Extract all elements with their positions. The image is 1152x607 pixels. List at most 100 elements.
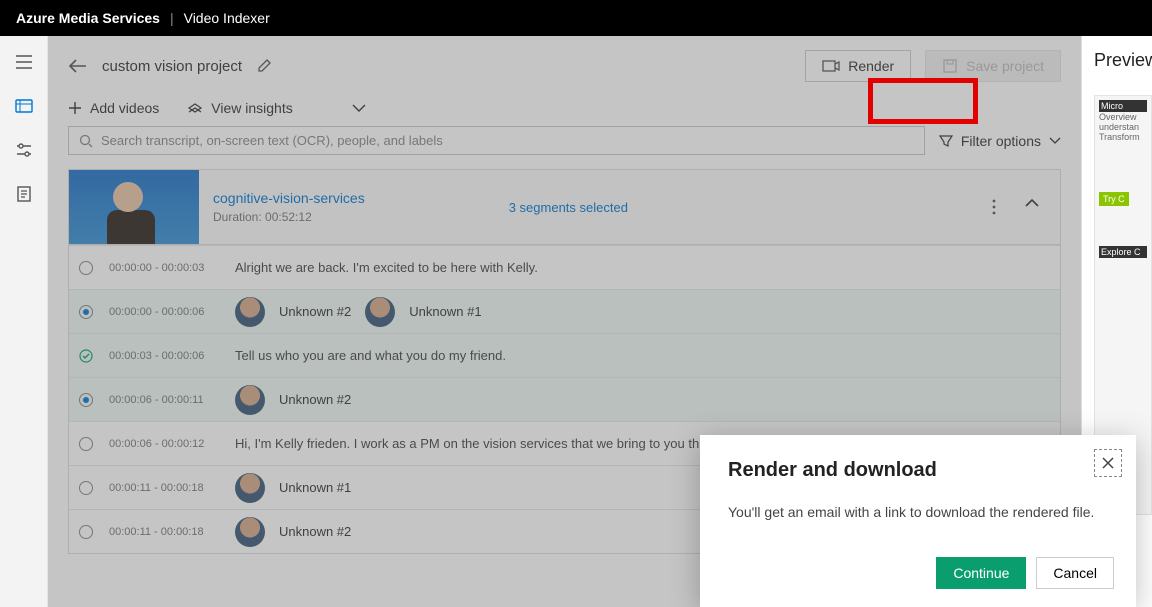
toolbar-chevron[interactable] [351, 103, 367, 113]
save-project-button[interactable]: Save project [925, 50, 1061, 82]
segment-content: Unknown #2 Unknown #1 [235, 297, 482, 327]
chevron-down-icon [1049, 137, 1061, 145]
filter-options-label: Filter options [961, 133, 1041, 149]
preview-line: understan [1099, 122, 1147, 132]
video-library-icon[interactable] [14, 96, 34, 116]
menu-icon[interactable] [14, 52, 34, 72]
render-button[interactable]: Render [805, 50, 911, 82]
segment-time-range: 00:00:06 - 00:00:11 [109, 394, 219, 406]
video-header: cognitive-vision-services Duration: 00:5… [68, 169, 1061, 245]
insights-icon [187, 101, 203, 115]
preview-line: Explore C [1099, 246, 1147, 258]
segment-time-range: 00:00:03 - 00:00:06 [109, 350, 219, 362]
segment-radio[interactable] [79, 305, 93, 319]
transcript-text: Tell us who you are and what you do my f… [235, 348, 506, 363]
segment-content: Unknown #2 [235, 517, 351, 547]
face-thumbnail[interactable] [365, 297, 395, 327]
render-button-label: Render [848, 58, 894, 74]
segment-radio[interactable] [79, 349, 93, 363]
video-name[interactable]: cognitive-vision-services [213, 190, 365, 206]
close-icon [1101, 456, 1115, 470]
view-insights-label: View insights [211, 100, 292, 116]
segment-content: Hi, I'm Kelly frieden. I work as a PM on… [235, 436, 704, 451]
segment-row[interactable]: 00:00:03 - 00:00:06 Tell us who you are a… [69, 333, 1060, 377]
left-rail [0, 36, 48, 607]
project-title: custom vision project [102, 58, 242, 75]
modal-close-button[interactable] [1094, 449, 1122, 477]
segment-radio[interactable] [79, 393, 93, 407]
segment-radio[interactable] [79, 481, 93, 495]
face-thumbnail[interactable] [235, 385, 265, 415]
app-header: Azure Media Services | Video Indexer [0, 0, 1152, 36]
filter-icon [939, 134, 953, 148]
segments-selected-label: 3 segments selected [509, 200, 628, 215]
speaker-name: Unknown #1 [409, 304, 481, 319]
render-icon [822, 59, 840, 73]
toolbar-row: Add videos View insights [48, 94, 1081, 126]
segment-content: Unknown #1 [235, 473, 351, 503]
segment-content: Unknown #2 [235, 385, 351, 415]
title-row: custom vision project Render Save projec… [48, 36, 1081, 94]
segment-row[interactable]: 00:00:06 - 00:00:11 Unknown #2 [69, 377, 1060, 421]
preview-line: Transform [1099, 132, 1147, 142]
plus-icon [68, 101, 82, 115]
segment-content: Tell us who you are and what you do my f… [235, 348, 506, 363]
speaker-name: Unknown #2 [279, 304, 351, 319]
add-videos-button[interactable]: Add videos [68, 100, 159, 116]
filter-options-button[interactable]: Filter options [939, 133, 1061, 149]
modal-actions: Continue Cancel [936, 557, 1114, 589]
search-input[interactable]: Search transcript, on-screen text (OCR),… [68, 126, 925, 155]
check-icon [79, 349, 93, 363]
segment-content: Alright we are back. I'm excited to be h… [235, 260, 538, 275]
search-row: Search transcript, on-screen text (OCR),… [48, 126, 1081, 169]
video-meta: cognitive-vision-services Duration: 00:5… [199, 180, 379, 234]
edit-icon[interactable] [256, 58, 272, 74]
preview-line: Overview [1099, 112, 1147, 122]
chevron-down-icon [351, 103, 367, 113]
settings-sliders-icon[interactable] [14, 140, 34, 160]
modal-body: You'll get an email with a link to downl… [728, 504, 1108, 520]
add-videos-label: Add videos [90, 100, 159, 116]
face-thumbnail[interactable] [235, 297, 265, 327]
preview-try-button[interactable]: Try C [1099, 192, 1129, 206]
speaker-name: Unknown #2 [279, 392, 351, 407]
brand-divider: | [170, 10, 174, 26]
document-icon[interactable] [14, 184, 34, 204]
segment-radio[interactable] [79, 261, 93, 275]
search-icon [79, 134, 93, 148]
transcript-text: Alright we are back. I'm excited to be h… [235, 260, 538, 275]
segment-radio[interactable] [79, 525, 93, 539]
cancel-button[interactable]: Cancel [1036, 557, 1114, 589]
more-icon[interactable] [992, 198, 996, 216]
face-thumbnail[interactable] [235, 473, 265, 503]
search-placeholder: Search transcript, on-screen text (OCR),… [101, 133, 443, 148]
segment-time-range: 00:00:11 - 00:00:18 [109, 526, 219, 538]
segment-time-range: 00:00:00 - 00:00:03 [109, 262, 219, 274]
render-download-modal: Render and download You'll get an email … [700, 435, 1136, 607]
back-arrow-icon[interactable] [68, 58, 88, 74]
video-thumbnail[interactable] [69, 170, 199, 244]
transcript-text: Hi, I'm Kelly frieden. I work as a PM on… [235, 436, 704, 451]
preview-title: Preview [1094, 50, 1152, 71]
brand-name: Azure Media Services [16, 10, 160, 26]
segment-row[interactable]: 00:00:00 - 00:00:03 Alright we are back. … [69, 245, 1060, 289]
video-header-actions [992, 198, 1060, 216]
preview-line: Micro [1099, 100, 1147, 112]
segment-time-range: 00:00:06 - 00:00:12 [109, 438, 219, 450]
segment-time-range: 00:00:00 - 00:00:06 [109, 306, 219, 318]
save-project-label: Save project [966, 58, 1044, 74]
segment-row[interactable]: 00:00:00 - 00:00:06 Unknown #2 Unknown #1 [69, 289, 1060, 333]
chevron-up-icon[interactable] [1024, 198, 1040, 208]
face-thumbnail[interactable] [235, 517, 265, 547]
video-duration: Duration: 00:52:12 [213, 210, 365, 224]
view-insights-button[interactable]: View insights [187, 100, 292, 116]
product-name: Video Indexer [184, 10, 270, 26]
speaker-name: Unknown #2 [279, 524, 351, 539]
save-icon [942, 58, 958, 74]
segment-radio[interactable] [79, 437, 93, 451]
title-actions: Render Save project [805, 50, 1061, 82]
modal-title: Render and download [728, 459, 1108, 482]
continue-button[interactable]: Continue [936, 557, 1026, 589]
segment-time-range: 00:00:11 - 00:00:18 [109, 482, 219, 494]
speaker-name: Unknown #1 [279, 480, 351, 495]
